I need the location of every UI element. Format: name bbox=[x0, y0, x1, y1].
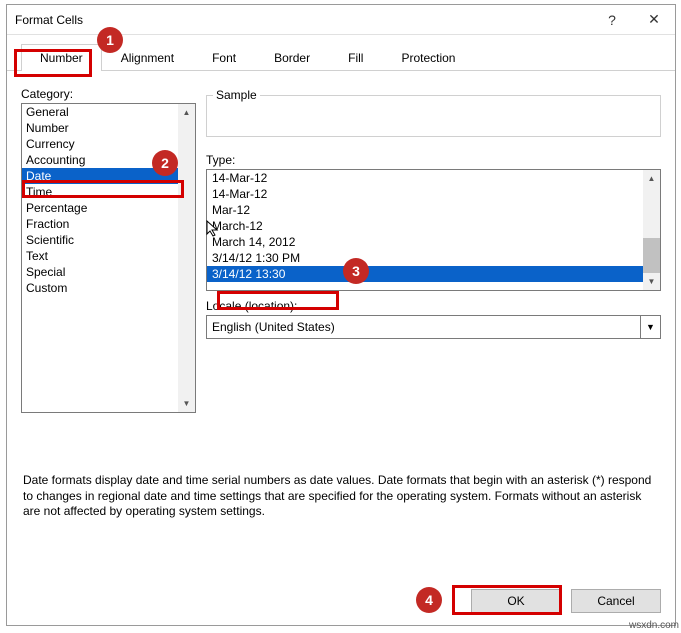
tab-font[interactable]: Font bbox=[193, 44, 255, 71]
scrollbar[interactable]: ▲ ▼ bbox=[643, 170, 660, 290]
hint-text: Date formats display date and time seria… bbox=[21, 413, 661, 520]
tab-border[interactable]: Border bbox=[255, 44, 329, 71]
list-item-selected[interactable]: 3/14/12 13:30 bbox=[207, 266, 660, 282]
tab-alignment[interactable]: Alignment bbox=[102, 44, 193, 71]
tab-fill[interactable]: Fill bbox=[329, 44, 382, 71]
sample-group: Sample bbox=[206, 95, 661, 137]
watermark: wsxdn.com bbox=[629, 620, 679, 631]
type-listbox[interactable]: 14-Mar-12 14-Mar-12 Mar-12 March-12 Marc… bbox=[206, 169, 661, 291]
list-item[interactable]: Currency bbox=[22, 136, 195, 152]
scroll-up-icon[interactable]: ▲ bbox=[643, 170, 660, 187]
list-item-selected[interactable]: Date bbox=[22, 168, 195, 184]
tabs: Number Alignment Font Border Fill Protec… bbox=[7, 35, 675, 71]
list-item[interactable]: Percentage bbox=[22, 200, 195, 216]
ok-button[interactable]: OK bbox=[471, 589, 561, 613]
list-item[interactable]: 14-Mar-12 bbox=[207, 170, 660, 186]
sample-label: Sample bbox=[213, 88, 260, 102]
close-button[interactable]: ✕ bbox=[633, 5, 675, 35]
list-item[interactable]: March 14, 2012 bbox=[207, 234, 660, 250]
locale-value: English (United States) bbox=[207, 320, 640, 334]
format-cells-dialog: Format Cells ? ✕ Number Alignment Font B… bbox=[6, 4, 676, 626]
list-item[interactable]: Time bbox=[22, 184, 195, 200]
list-item[interactable]: Text bbox=[22, 248, 195, 264]
category-listbox[interactable]: General Number Currency Accounting Date … bbox=[21, 103, 196, 413]
tab-number[interactable]: Number bbox=[21, 44, 102, 71]
list-item[interactable]: Number bbox=[22, 120, 195, 136]
list-item[interactable]: Fraction bbox=[22, 216, 195, 232]
scroll-up-icon[interactable]: ▲ bbox=[178, 104, 195, 121]
tab-protection[interactable]: Protection bbox=[382, 44, 474, 71]
scrollbar[interactable]: ▲ ▼ bbox=[178, 104, 195, 412]
category-label: Category: bbox=[21, 87, 196, 101]
list-item[interactable]: 3/14/12 1:30 PM bbox=[207, 250, 660, 266]
list-item[interactable]: Scientific bbox=[22, 232, 195, 248]
list-item[interactable]: Custom bbox=[22, 280, 195, 296]
type-label: Type: bbox=[206, 153, 661, 167]
dialog-body: Category: General Number Currency Accoun… bbox=[7, 71, 675, 625]
scroll-down-icon[interactable]: ▼ bbox=[643, 273, 660, 290]
list-item[interactable]: Mar-12 bbox=[207, 202, 660, 218]
chevron-down-icon[interactable]: ▼ bbox=[640, 316, 660, 338]
list-item[interactable]: Special bbox=[22, 264, 195, 280]
dialog-title: Format Cells bbox=[7, 13, 591, 27]
locale-label: Locale (location): bbox=[206, 299, 661, 313]
scrollbar-thumb[interactable] bbox=[643, 238, 660, 273]
list-item[interactable]: 14-Mar-12 bbox=[207, 186, 660, 202]
locale-combo[interactable]: English (United States) ▼ bbox=[206, 315, 661, 339]
cancel-button[interactable]: Cancel bbox=[571, 589, 661, 613]
list-item[interactable]: General bbox=[22, 104, 195, 120]
list-item[interactable]: March-12 bbox=[207, 218, 660, 234]
scroll-down-icon[interactable]: ▼ bbox=[178, 395, 195, 412]
titlebar: Format Cells ? ✕ bbox=[7, 5, 675, 35]
dialog-footer: OK Cancel bbox=[471, 589, 661, 613]
help-button[interactable]: ? bbox=[591, 5, 633, 35]
list-item[interactable]: Accounting bbox=[22, 152, 195, 168]
